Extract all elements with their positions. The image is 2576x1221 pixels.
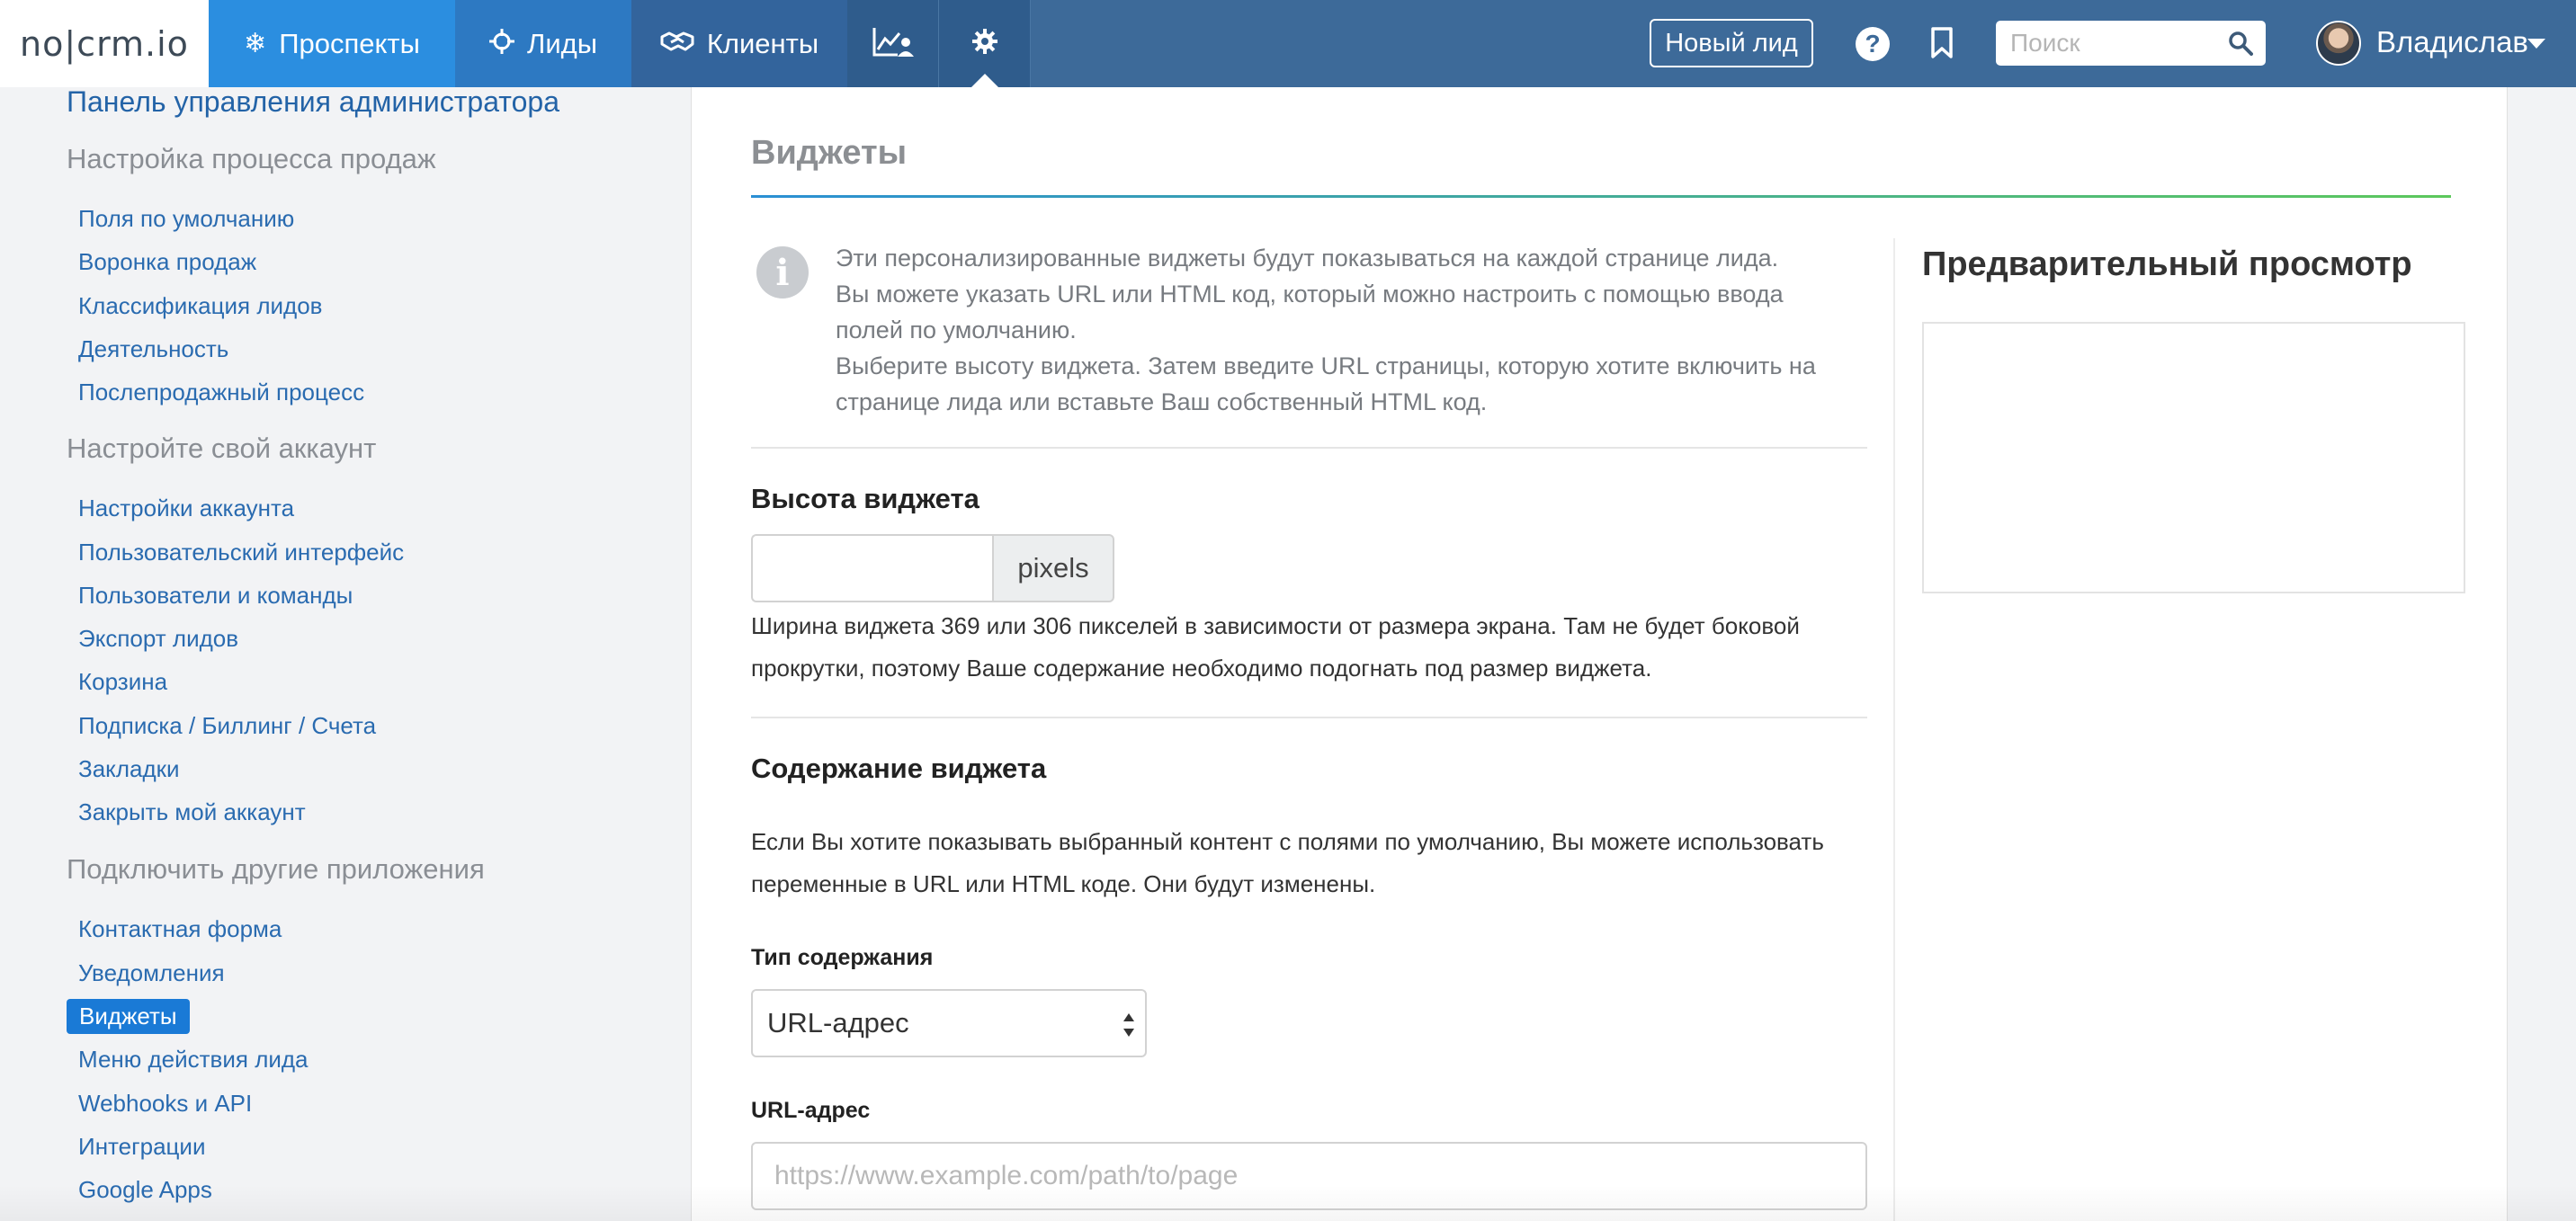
logo[interactable]: no|crm.io xyxy=(0,0,209,87)
preview-title: Предварительный просмотр xyxy=(1922,245,2412,283)
handshake-icon xyxy=(660,30,694,58)
new-lead-button[interactable]: Новый лид xyxy=(1650,19,1813,67)
widget-preview-frame xyxy=(1922,322,2465,593)
sidebar-item-users-teams[interactable]: Пользователи и команды xyxy=(78,582,353,610)
main-panel: Виджеты i Эти персонализированные виджет… xyxy=(691,87,2508,1221)
search-box xyxy=(1996,21,2266,66)
info-line-3: Выберите высоту виджета. Затем введите U… xyxy=(836,352,1816,415)
sidebar-item-sales-funnel[interactable]: Воронка продаж xyxy=(78,248,256,276)
search-icon[interactable] xyxy=(2228,31,2253,56)
url-label: URL-адрес xyxy=(751,1098,871,1123)
widget-height-input[interactable] xyxy=(751,534,992,602)
widget-height-heading: Высота виджета xyxy=(751,483,979,514)
crosshair-icon xyxy=(488,28,514,59)
logo-text: no|crm.io xyxy=(20,23,189,64)
sidebar-admin-title[interactable]: Панель управления администратора xyxy=(67,85,559,119)
sidebar: Панель управления администратора Настрой… xyxy=(0,85,691,1221)
sidebar-item-activities[interactable]: Деятельность xyxy=(78,335,228,363)
top-navbar: no|crm.io ❄ Проспекты Лиды Клиенты Новый… xyxy=(0,0,2576,88)
sidebar-item-close-account[interactable]: Закрыть мой аккаунт xyxy=(78,798,306,826)
sidebar-item-integrations[interactable]: Интеграции xyxy=(78,1133,205,1161)
url-input[interactable] xyxy=(751,1142,1867,1210)
widget-content-heading: Содержание виджета xyxy=(751,753,1047,784)
active-tab-caret xyxy=(970,74,999,88)
sidebar-item-google-apps[interactable]: Google Apps xyxy=(78,1176,212,1204)
sidebar-item-notifications[interactable]: Уведомления xyxy=(78,959,225,987)
column-divider xyxy=(1893,238,1895,1221)
question-icon[interactable]: ? xyxy=(1856,27,1890,61)
info-text: Эти персонализированные виджеты будут по… xyxy=(836,240,1816,420)
height-unit-addon: pixels xyxy=(992,534,1114,602)
snowflake-icon: ❄ xyxy=(244,28,267,58)
title-divider xyxy=(751,195,2451,198)
page-title: Виджеты xyxy=(751,134,908,172)
divider xyxy=(751,447,1867,449)
sidebar-item-bookmarks[interactable]: Закладки xyxy=(78,755,180,783)
tab-leads-label: Лиды xyxy=(526,27,598,59)
sidebar-item-lead-actions-menu[interactable]: Меню действия лида xyxy=(78,1046,309,1074)
sidebar-item-webhooks-api[interactable]: Webhooks и API xyxy=(78,1090,252,1118)
tab-reports[interactable] xyxy=(847,0,939,87)
content-type-label: Тип содержания xyxy=(751,945,934,970)
tab-clients[interactable]: Клиенты xyxy=(631,0,847,87)
tab-clients-label: Клиенты xyxy=(706,27,819,59)
sidebar-section-sales: Настройка процесса продаж xyxy=(67,143,436,174)
user-name[interactable]: Владислав xyxy=(2376,25,2528,59)
select-arrows-icon xyxy=(1122,1011,1136,1039)
widget-content-hint: Если Вы хотите показывать выбранный конт… xyxy=(751,828,1824,897)
sidebar-item-billing[interactable]: Подписка / Биллинг / Счета xyxy=(78,712,376,740)
sidebar-item-lead-classification[interactable]: Классификация лидов xyxy=(78,292,322,320)
gear-icon xyxy=(971,28,997,59)
sidebar-section-account: Настройте свой аккаунт xyxy=(67,432,377,464)
tab-leads[interactable]: Лиды xyxy=(455,0,631,87)
chart-user-icon xyxy=(872,26,914,62)
search-input[interactable] xyxy=(1996,21,2221,66)
info-line-1: Эти персонализированные виджеты будут по… xyxy=(836,245,1779,272)
sidebar-item-contact-form[interactable]: Контактная форма xyxy=(78,915,282,943)
sidebar-item-account-settings[interactable]: Настройки аккаунта xyxy=(78,495,294,522)
widget-height-hint: Ширина виджета 369 или 306 пикселей в за… xyxy=(751,612,1800,682)
bookmark-icon[interactable] xyxy=(1930,27,1954,59)
tab-prospects[interactable]: ❄ Проспекты xyxy=(209,0,455,87)
content-type-value: URL-адрес xyxy=(767,1007,909,1038)
sidebar-item-export-leads[interactable]: Экспорт лидов xyxy=(78,625,238,653)
sidebar-item-trash[interactable]: Корзина xyxy=(78,668,167,696)
sidebar-item-user-interface[interactable]: Пользовательский интерфейс xyxy=(78,539,404,566)
avatar[interactable] xyxy=(2316,21,2361,66)
divider xyxy=(751,717,1867,718)
tab-settings[interactable] xyxy=(939,0,1031,88)
sidebar-section-apps: Подключить другие приложения xyxy=(67,853,485,885)
info-line-2: Вы можете указать URL или HTML код, кото… xyxy=(836,281,1784,343)
chevron-down-icon[interactable] xyxy=(2527,39,2545,49)
sidebar-item-after-sales[interactable]: Послепродажный процесс xyxy=(78,379,364,406)
sidebar-item-default-fields[interactable]: Поля по умолчанию xyxy=(78,205,294,233)
tab-prospects-label: Проспекты xyxy=(279,27,420,59)
info-icon: i xyxy=(756,246,809,299)
sidebar-item-widgets[interactable]: Виджеты xyxy=(67,999,190,1034)
content-type-select[interactable]: URL-адрес xyxy=(751,989,1147,1057)
